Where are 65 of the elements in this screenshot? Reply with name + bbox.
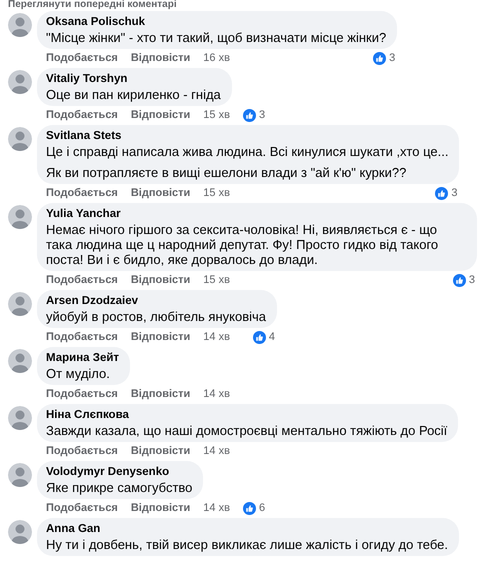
view-previous-comments-link[interactable]: Переглянути попередні коментарі [8,0,177,11]
comment-text: Ну ти і довбень, твій висер викликає лише жалість і огиду до тебе. [46,537,448,552]
like-link[interactable]: Подобається [46,388,118,400]
reaction-count: 3 [468,274,475,286]
reaction-count: 3 [451,187,458,199]
comment-text: Це і справді написала жива людина. Всі кинулися шукати ,хто це... [46,144,448,159]
comment-text: Оце ви пан кириленко - гніда [46,87,221,102]
comment-time: 15 хв [203,274,230,286]
reply-link[interactable]: Відповісти [130,52,190,64]
reply-link[interactable]: Відповісти [130,274,190,286]
avatar-icon[interactable] [8,205,32,229]
thumbs-up-icon[interactable] [242,108,256,122]
like-link[interactable]: Подобається [46,187,118,199]
author-name-link[interactable]: Марина Зейт [46,351,120,366]
like-link[interactable]: Подобається [46,274,118,286]
like-link[interactable]: Подобається [46,52,118,64]
comment-text: Яке прикре самогубство [46,480,192,495]
comment-time: 14 хв [203,445,230,457]
thumbs-up-icon[interactable] [435,186,448,200]
reply-link[interactable]: Відповісти [130,331,190,343]
like-link[interactable]: Подобається [46,331,118,343]
avatar-icon[interactable] [8,13,32,37]
comment-time: 14 хв [203,331,230,343]
author-name-link[interactable]: Anna Gan [46,522,448,537]
author-name-link[interactable]: Ніна Слєпкова [46,408,448,423]
comment-time: 14 хв [203,388,230,400]
comment-text: От муділо. [46,366,111,381]
comment-text: Немає нічого гіршого за сексита-чоловіка! Ні, виявляється є - що така людина ще ц народний депутат. Фу! Просто гидко від такого поста! Ви і є бидло, яке дорвалось до влади. [46,222,440,267]
comment-time: 16 хв [203,52,230,64]
comment-text: Як ви потрапляєте в вищі ешелони влади з "ай к'ю" курки?? [46,165,408,180]
reply-link[interactable]: Відповісти [130,187,190,199]
reply-link[interactable]: Відповісти [130,109,190,121]
comment-text: Завжди казала, що наші домостроєвці ментально тяжіють до Росії [46,423,448,438]
reaction-count: 6 [258,502,266,514]
thumbs-up-icon[interactable] [242,502,256,514]
avatar-icon[interactable] [8,406,32,430]
author-name-link[interactable]: Volodymyr Denysenko [46,465,192,480]
comment-text: уйобуй в ростов, любітель януковіча [46,309,266,324]
author-name-link[interactable]: Oksana Polischuk [46,15,386,30]
author-name-link[interactable]: Yulia Yanchar [46,207,466,222]
comment-time: 14 хв [203,502,230,514]
avatar-icon[interactable] [8,127,32,151]
reaction-count: 4 [268,331,275,343]
avatar-icon[interactable] [8,520,32,544]
thumbs-up-icon[interactable] [452,274,466,286]
avatar-icon[interactable] [8,463,32,487]
reply-link[interactable]: Відповісти [130,445,190,457]
reply-link[interactable]: Відповісти [130,502,190,514]
reply-link[interactable]: Відповісти [130,388,190,400]
thumbs-up-icon[interactable] [373,52,386,64]
like-link[interactable]: Подобається [46,502,118,514]
author-name-link[interactable]: Vitaliy Torshyn [46,72,221,87]
avatar-icon[interactable] [8,292,32,316]
like-link[interactable]: Подобається [46,445,118,457]
comment-time: 15 хв [203,187,230,199]
author-name-link[interactable]: Arsen Dzodzaiev [46,294,266,309]
reaction-count: 3 [389,52,396,64]
avatar-icon[interactable] [8,349,32,373]
author-name-link[interactable]: Svitlana Stets [46,129,448,144]
like-link[interactable]: Подобається [46,109,118,121]
comment-time: 15 хв [203,109,230,121]
comment-text: "Місце жінки" - хто ти такий, щоб визначати місце жінки? [46,30,386,45]
reaction-count: 3 [258,109,266,121]
thumbs-up-icon[interactable] [252,330,266,344]
avatar-icon[interactable] [8,70,32,94]
